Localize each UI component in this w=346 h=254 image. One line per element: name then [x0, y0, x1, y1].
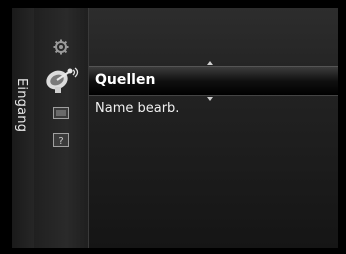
satellite-dish-icon[interactable] — [42, 62, 82, 96]
category-strip: Eingang — [12, 8, 34, 248]
menu-item-selected-label: Quellen — [95, 72, 156, 88]
tv-menu-panel: Eingang ? Quellen Name bearb. — [12, 8, 338, 248]
menu-item-selected[interactable]: Quellen — [89, 66, 338, 96]
scroll-up-arrow-icon — [207, 61, 213, 65]
scroll-down-arrow-icon — [207, 97, 213, 101]
screen-icon[interactable] — [52, 106, 70, 120]
svg-text:?: ? — [58, 136, 63, 147]
menu-item-edit-name[interactable]: Name bearb. — [95, 101, 179, 116]
screen: Eingang ? Quellen Name bearb. — [0, 0, 346, 254]
icon-column: ? — [34, 8, 107, 248]
menu-area: Quellen Name bearb. — [89, 8, 338, 248]
help-icon[interactable]: ? — [52, 132, 70, 148]
gear-icon[interactable] — [50, 36, 72, 58]
category-title: Eingang — [14, 78, 29, 133]
